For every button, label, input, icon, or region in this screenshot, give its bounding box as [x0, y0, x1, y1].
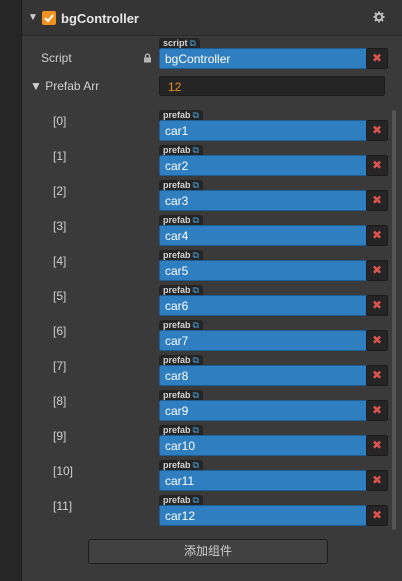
prefab-field[interactable]: car2 — [159, 155, 388, 176]
array-index-label: [8] — [53, 394, 67, 408]
array-index-label: [5] — [53, 289, 67, 303]
external-link-icon: ⧉ — [192, 180, 199, 190]
external-link-icon: ⧉ — [192, 110, 199, 120]
prefab-field[interactable]: car5 — [159, 260, 388, 281]
external-link-icon: ⧉ — [192, 320, 199, 330]
script-clear-button[interactable]: ✖ — [366, 48, 388, 69]
prefab-field[interactable]: car8 — [159, 365, 388, 386]
left-panel-edge — [0, 0, 22, 581]
external-link-icon: ⧉ — [192, 390, 199, 400]
prefab-field[interactable]: car3 — [159, 190, 388, 211]
prefab-clear-button[interactable]: ✖ — [366, 330, 388, 351]
array-index-label: [4] — [53, 254, 67, 268]
prefab-clear-button[interactable]: ✖ — [366, 225, 388, 246]
add-component-button[interactable]: 添加组件 — [88, 539, 328, 564]
collapse-arrow-icon[interactable]: ▼ — [28, 12, 38, 23]
array-index-label: [1] — [53, 149, 67, 163]
prefab-clear-button[interactable]: ✖ — [366, 120, 388, 141]
gear-icon[interactable] — [373, 11, 387, 25]
component-title: bgController — [61, 11, 139, 26]
prefab-clear-button[interactable]: ✖ — [366, 365, 388, 386]
external-link-icon: ⧉ — [192, 145, 199, 155]
external-link-icon: ⧉ — [192, 460, 199, 470]
array-index-label: [6] — [53, 324, 67, 338]
prefab-clear-button[interactable]: ✖ — [366, 260, 388, 281]
prefab-clear-button[interactable]: ✖ — [366, 400, 388, 421]
external-link-icon: ⧉ — [192, 285, 199, 295]
expand-arrow-icon[interactable]: ▼ — [30, 79, 45, 93]
external-link-icon: ⧉ — [192, 250, 199, 260]
external-link-icon: ⧉ — [192, 495, 199, 505]
array-index-label: [7] — [53, 359, 67, 373]
prefab-field[interactable]: car6 — [159, 295, 388, 316]
array-index-label: [11] — [53, 499, 73, 513]
array-index-label: [10] — [53, 464, 74, 478]
component-header[interactable]: ▼ bgController — [22, 0, 402, 36]
inspector-panel: ▼ bgController Script script ⧉ bgControl… — [22, 0, 402, 581]
lock-icon — [143, 52, 152, 63]
external-link-icon: ⧉ — [192, 355, 199, 365]
prefab-arr-label-text: Prefab Arr — [45, 79, 100, 93]
enabled-checkbox[interactable] — [42, 11, 56, 25]
array-index-label: [0] — [53, 114, 67, 128]
prefab-clear-button[interactable]: ✖ — [366, 295, 388, 316]
prefab-arr-label[interactable]: ▼ Prefab Arr — [30, 79, 99, 93]
script-field[interactable]: bgController — [159, 48, 388, 69]
external-link-icon: ⧉ — [192, 425, 199, 435]
prefab-arr-count-input[interactable]: 12 — [159, 76, 385, 96]
array-index-label: [9] — [53, 429, 67, 443]
prefab-field[interactable]: car12 — [159, 505, 388, 526]
prefab-clear-button[interactable]: ✖ — [366, 190, 388, 211]
prefab-field[interactable]: car7 — [159, 330, 388, 351]
external-link-icon: ⧉ — [189, 38, 196, 48]
prefab-clear-button[interactable]: ✖ — [366, 155, 388, 176]
prefab-field[interactable]: car4 — [159, 225, 388, 246]
prefab-field[interactable]: car9 — [159, 400, 388, 421]
script-label: Script — [41, 51, 72, 65]
scrollbar[interactable] — [392, 110, 396, 530]
array-index-label: [3] — [53, 219, 67, 233]
prefab-clear-button[interactable]: ✖ — [366, 505, 388, 526]
prefab-clear-button[interactable]: ✖ — [366, 470, 388, 491]
checkmark-icon — [44, 14, 54, 23]
prefab-field[interactable]: car11 — [159, 470, 388, 491]
prefab-field[interactable]: car10 — [159, 435, 388, 456]
prefab-clear-button[interactable]: ✖ — [366, 435, 388, 456]
array-index-label: [2] — [53, 184, 67, 198]
external-link-icon: ⧉ — [192, 215, 199, 225]
prefab-field[interactable]: car1 — [159, 120, 388, 141]
